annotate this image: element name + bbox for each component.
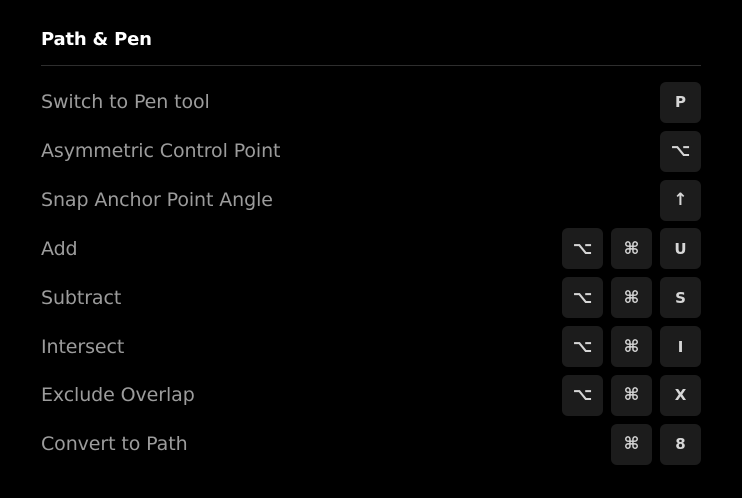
section-divider [41,65,701,66]
shortcut-row-intersect: Intersect ⌥ ⌘ I [41,322,701,371]
key-option-icon: ⌥ [660,130,701,172]
shortcut-label: Add [41,237,78,260]
key-option-icon: ⌥ [562,228,603,270]
key-command-icon: ⌘ [611,374,652,416]
shortcut-row-exclude-overlap: Exclude Overlap ⌥ ⌘ X [41,371,701,420]
shortcut-keys: ⌥ ⌘ X [562,374,701,416]
key-x: X [660,374,701,416]
shortcut-keys: ↑ [660,179,701,221]
shortcut-label: Switch to Pen tool [41,91,210,114]
shortcut-row-convert-to-path: Convert to Path ⌘ 8 [41,420,701,469]
shortcut-keys: ⌥ ⌘ I [562,326,701,368]
key-u: U [660,228,701,270]
key-command-icon: ⌘ [611,228,652,270]
shortcut-row-add: Add ⌥ ⌘ U [41,225,701,274]
key-p: P [660,81,701,123]
shortcut-label: Asymmetric Control Point [41,140,281,163]
shortcut-row-snap-anchor-point-angle: Snap Anchor Point Angle ↑ [41,176,701,225]
shortcut-label: Subtract [41,286,122,309]
key-option-icon: ⌥ [562,326,603,368]
shortcut-row-subtract: Subtract ⌥ ⌘ S [41,273,701,322]
key-command-icon: ⌘ [611,326,652,368]
shortcut-keys: ⌥ [660,130,701,172]
key-option-icon: ⌥ [562,374,603,416]
key-command-icon: ⌘ [611,423,652,465]
key-8: 8 [660,423,701,465]
shortcut-label: Snap Anchor Point Angle [41,189,273,212]
shortcut-label: Intersect [41,335,125,358]
shortcut-label: Convert to Path [41,433,188,456]
shortcut-keys: ⌘ 8 [611,423,701,465]
key-s: S [660,277,701,319]
shortcut-label: Exclude Overlap [41,384,195,407]
shortcut-row-asymmetric-control-point: Asymmetric Control Point ⌥ [41,127,701,176]
shortcut-keys: P [660,81,701,123]
shortcuts-panel: Path & Pen Switch to Pen tool P Asymmetr… [41,0,701,465]
key-command-icon: ⌘ [611,277,652,319]
shortcut-keys: ⌥ ⌘ S [562,277,701,319]
shortcut-keys: ⌥ ⌘ U [562,228,701,270]
shortcut-list: Switch to Pen tool P Asymmetric Control … [41,78,701,469]
key-i: I [660,326,701,368]
key-option-icon: ⌥ [562,277,603,319]
shortcut-row-switch-to-pen-tool: Switch to Pen tool P [41,78,701,127]
section-title: Path & Pen [41,29,152,50]
key-shift-arrow-up-icon: ↑ [660,179,701,221]
